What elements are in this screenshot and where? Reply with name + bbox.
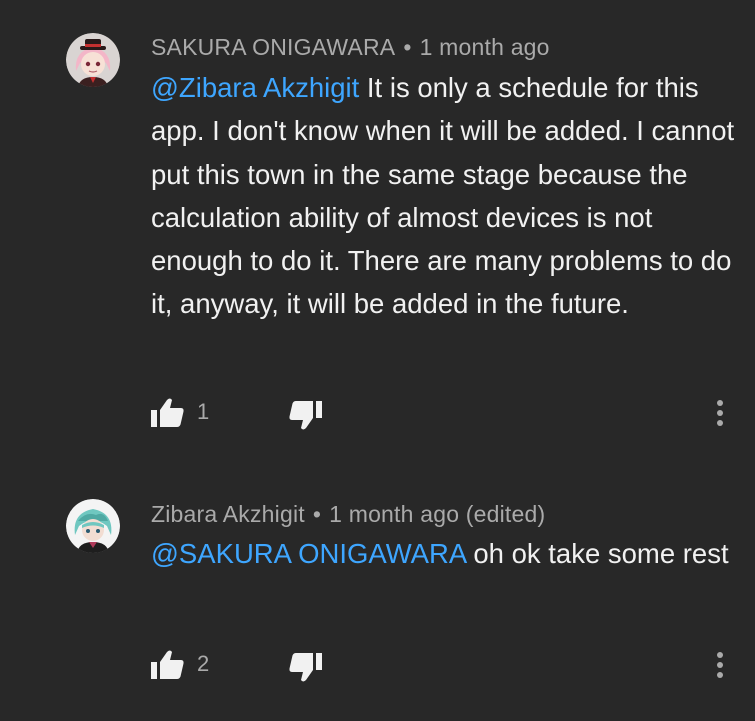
like-button[interactable] <box>148 645 188 685</box>
like-count: 1 <box>197 399 210 424</box>
more-vertical-icon <box>717 652 723 678</box>
thumbs-up-icon <box>151 650 184 679</box>
more-vertical-icon <box>717 400 723 426</box>
comment-body: It is only a schedule for this app. I do… <box>151 72 735 320</box>
avatar-image <box>66 499 120 553</box>
comment-text: @Zibara Akzhigit It is only a schedule f… <box>151 66 741 326</box>
comment-meta: Zibara Akzhigit • 1 month ago (edited) <box>151 501 545 528</box>
comment-actions: 1 <box>0 393 755 433</box>
more-options-button[interactable] <box>706 647 734 683</box>
thumbs-down-icon <box>289 653 322 682</box>
dislike-button[interactable] <box>285 395 325 435</box>
like-button[interactable] <box>148 393 188 433</box>
like-count: 2 <box>197 651 210 676</box>
comment-body: oh ok take some rest <box>465 538 729 569</box>
comment-mention[interactable]: @Zibara Akzhigit <box>151 72 359 103</box>
more-options-button[interactable] <box>706 395 734 431</box>
avatar[interactable] <box>66 499 120 553</box>
comment-text: @SAKURA ONIGAWARA oh ok take some rest <box>151 532 741 575</box>
meta-separator: • <box>312 501 322 527</box>
comment-author[interactable]: Zibara Akzhigit <box>151 501 305 527</box>
comment-meta: SAKURA ONIGAWARA • 1 month ago <box>151 34 550 61</box>
comment-mention[interactable]: @SAKURA ONIGAWARA <box>151 538 466 569</box>
avatar[interactable] <box>66 33 120 87</box>
comment-timestamp[interactable]: 1 month ago <box>420 34 550 60</box>
comment-author[interactable]: SAKURA ONIGAWARA <box>151 34 395 60</box>
thumbs-down-icon <box>289 401 322 430</box>
dislike-button[interactable] <box>285 647 325 687</box>
comment-timestamp[interactable]: 1 month ago (edited) <box>329 501 545 527</box>
meta-separator: • <box>403 34 412 60</box>
thumbs-up-icon <box>151 398 184 427</box>
comment-actions: 2 <box>0 645 755 685</box>
avatar-image <box>66 33 120 87</box>
